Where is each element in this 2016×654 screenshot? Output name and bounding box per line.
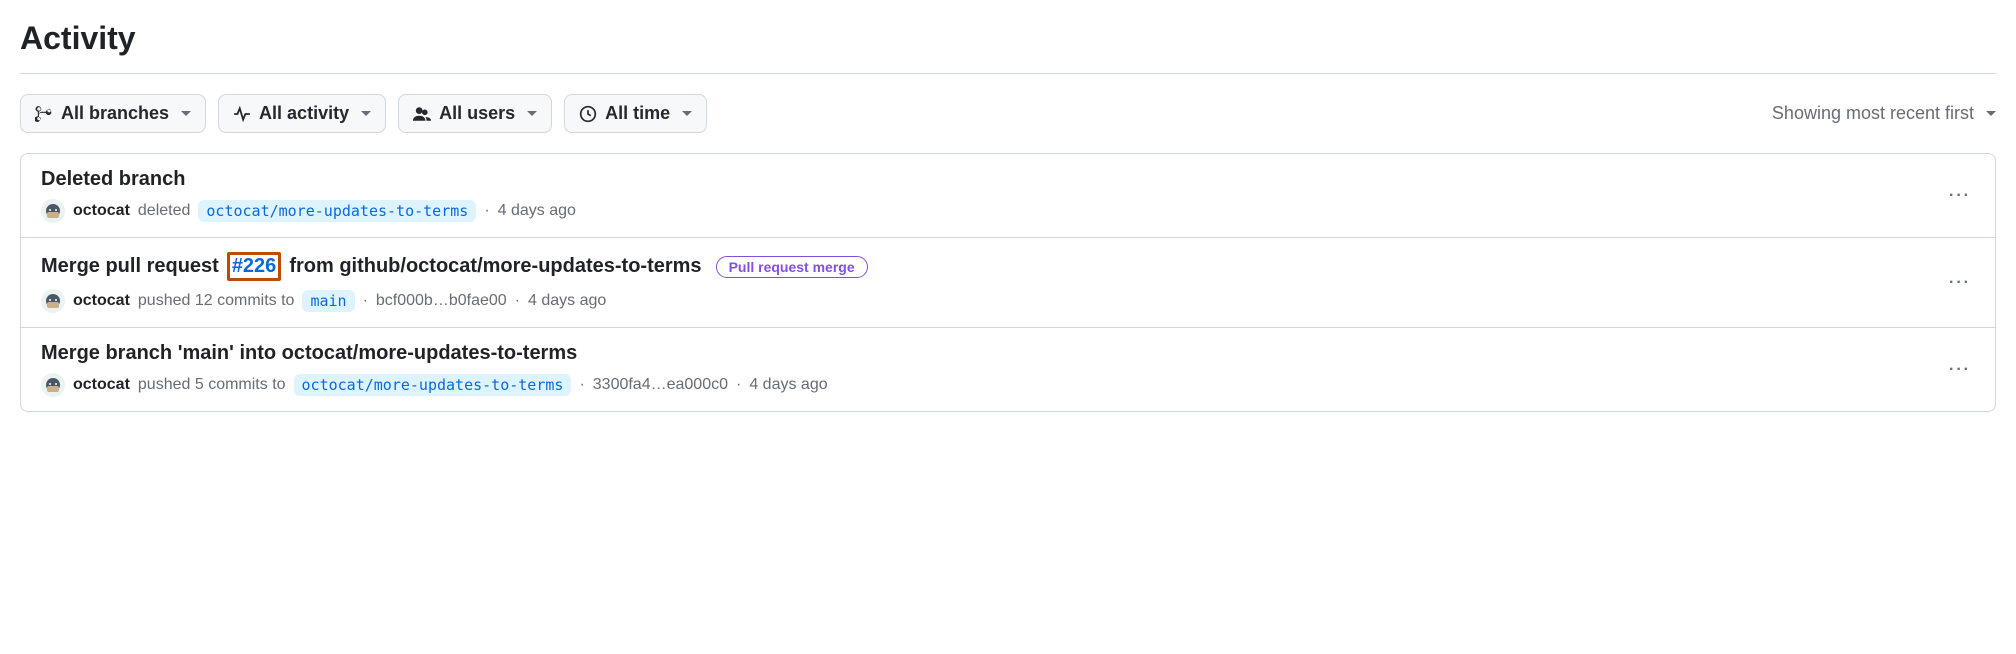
time-filter-label: All time <box>605 103 670 124</box>
users-filter-button[interactable]: All users <box>398 94 552 133</box>
activity-row: Merge branch 'main' into octocat/more-up… <box>21 328 1995 411</box>
pr-number-link[interactable]: #226 <box>227 252 282 281</box>
title-text: Deleted branch <box>41 168 185 191</box>
branch-pill[interactable]: octocat/more-updates-to-terms <box>198 200 476 222</box>
page-title: Activity <box>20 20 1996 74</box>
branches-filter-button[interactable]: All branches <box>20 94 206 133</box>
branches-filter-label: All branches <box>61 103 169 124</box>
caret-down-icon <box>181 111 191 116</box>
avatar[interactable] <box>41 199 65 223</box>
title-suffix: from github/octocat/more-updates-to-term… <box>289 255 701 278</box>
sort-order-label: Showing most recent first <box>1772 103 1974 124</box>
separator-dot: · <box>484 202 489 220</box>
timestamp: 4 days ago <box>749 376 827 394</box>
people-icon <box>413 105 431 123</box>
title-text: Merge branch 'main' into octocat/more-up… <box>41 342 577 365</box>
username-link[interactable]: octocat <box>73 376 130 394</box>
activity-filter-button[interactable]: All activity <box>218 94 386 133</box>
username-link[interactable]: octocat <box>73 292 130 310</box>
separator-dot: · <box>579 376 584 394</box>
activity-row-title: Merge pull request #226 from github/octo… <box>41 252 1975 281</box>
filter-bar: All branches All activity All users All … <box>20 94 1996 133</box>
activity-list: Deleted branch octocat deleted octocat/m… <box>20 153 1996 412</box>
avatar[interactable] <box>41 373 65 397</box>
action-text: pushed 5 commits to <box>138 376 286 394</box>
activity-type-badge: Pull request merge <box>716 256 868 278</box>
commit-hash[interactable]: 3300fa4…ea000c0 <box>593 376 728 394</box>
pulse-icon <box>233 105 251 123</box>
activity-filter-label: All activity <box>259 103 349 124</box>
caret-down-icon <box>1986 111 1996 116</box>
activity-row-title: Merge branch 'main' into octocat/more-up… <box>41 342 1975 365</box>
activity-row-meta: octocat pushed 12 commits to main · bcf0… <box>41 289 1975 313</box>
git-branch-icon <box>35 105 53 123</box>
avatar[interactable] <box>41 289 65 313</box>
caret-down-icon <box>361 111 371 116</box>
kebab-icon[interactable]: ··· <box>1945 270 1975 296</box>
action-text: deleted <box>138 202 191 220</box>
separator-dot: · <box>736 376 741 394</box>
sort-order-button[interactable]: Showing most recent first <box>1772 103 1996 124</box>
users-filter-label: All users <box>439 103 515 124</box>
time-filter-button[interactable]: All time <box>564 94 707 133</box>
branch-pill[interactable]: octocat/more-updates-to-terms <box>294 374 572 396</box>
activity-row: Deleted branch octocat deleted octocat/m… <box>21 154 1995 238</box>
activity-row-meta: octocat pushed 5 commits to octocat/more… <box>41 373 1975 397</box>
caret-down-icon <box>682 111 692 116</box>
activity-row-meta: octocat deleted octocat/more-updates-to-… <box>41 199 1975 223</box>
caret-down-icon <box>527 111 537 116</box>
activity-row: Merge pull request #226 from github/octo… <box>21 238 1995 328</box>
clock-icon <box>579 105 597 123</box>
action-text: pushed 12 commits to <box>138 292 295 310</box>
timestamp: 4 days ago <box>498 202 576 220</box>
branch-pill[interactable]: main <box>302 290 354 312</box>
activity-row-title: Deleted branch <box>41 168 1975 191</box>
kebab-icon[interactable]: ··· <box>1945 183 1975 209</box>
commit-hash[interactable]: bcf000b…b0fae00 <box>376 292 507 310</box>
username-link[interactable]: octocat <box>73 202 130 220</box>
separator-dot: · <box>363 292 368 310</box>
timestamp: 4 days ago <box>528 292 606 310</box>
separator-dot: · <box>515 292 520 310</box>
title-prefix: Merge pull request <box>41 255 219 278</box>
kebab-icon[interactable]: ··· <box>1945 357 1975 383</box>
